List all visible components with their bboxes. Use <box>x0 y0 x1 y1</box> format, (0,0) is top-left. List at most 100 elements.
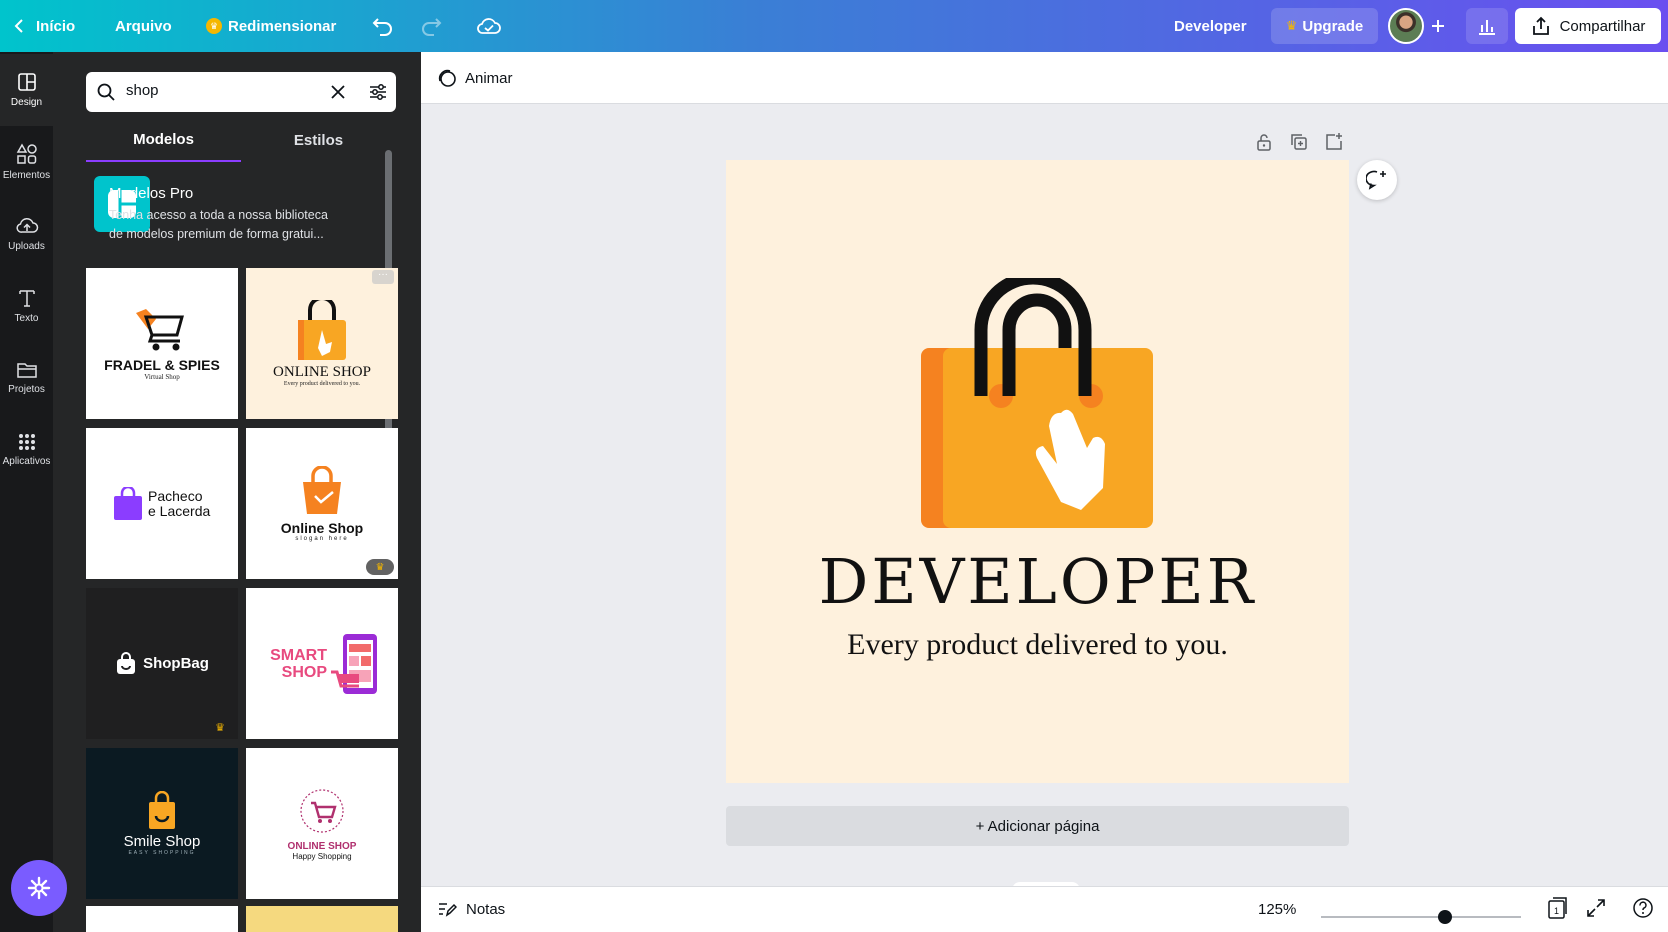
zoom-slider-track[interactable] <box>1321 916 1521 918</box>
file-menu-label: Arquivo <box>115 17 172 35</box>
redo-icon <box>422 18 442 36</box>
template-card[interactable] <box>86 906 238 932</box>
template-title: ONLINE SHOP <box>287 840 357 852</box>
home-button[interactable]: Início <box>12 0 75 52</box>
upload-cloud-icon <box>16 217 38 233</box>
add-page-label: + Adicionar página <box>975 817 1100 835</box>
smartphone-cart-icon <box>331 633 377 694</box>
duplicate-page-icon[interactable] <box>1289 132 1309 152</box>
shopping-bag-icon <box>149 791 175 829</box>
shopping-bag-logo[interactable] <box>921 278 1157 538</box>
pro-banner-title: Modelos Pro <box>109 185 194 202</box>
template-card[interactable]: Online Shop slogan here ♛ <box>246 428 398 579</box>
home-label: Início <box>36 17 76 35</box>
resize-button[interactable]: ♛ Redimensionar <box>206 0 336 52</box>
folder-icon <box>16 363 37 378</box>
more-options-icon[interactable]: ··· <box>372 270 394 284</box>
template-subtitle: Virtual Shop <box>144 372 180 381</box>
tab-templates[interactable]: Modelos <box>86 118 241 162</box>
fullscreen-button[interactable] <box>1586 898 1606 923</box>
shopping-bag-icon <box>303 465 341 514</box>
page-count-button[interactable]: 1 <box>1545 896 1569 925</box>
project-name-label: Developer <box>1174 17 1247 35</box>
zoom-level[interactable]: 125% <box>1258 886 1296 932</box>
template-card[interactable] <box>246 906 398 932</box>
insights-button[interactable] <box>1466 8 1508 44</box>
help-icon <box>1633 898 1653 918</box>
file-menu-button[interactable]: Arquivo <box>115 0 172 52</box>
template-title: ONLINE SHOP <box>273 364 371 380</box>
search-icon <box>97 83 115 101</box>
lock-icon[interactable] <box>1254 132 1274 152</box>
template-card[interactable]: FRADEL & SPIES Virtual Shop <box>86 268 238 419</box>
template-card[interactable]: ONLINE SHOP Every product delivered to y… <box>246 268 398 419</box>
save-status-button[interactable] <box>476 0 502 52</box>
project-name[interactable]: Developer <box>1174 0 1247 52</box>
add-page-icon[interactable] <box>1324 132 1344 152</box>
magic-assistant-button[interactable] <box>11 860 67 916</box>
shopping-bag-icon <box>114 486 142 520</box>
undo-button[interactable] <box>372 0 394 52</box>
design-page[interactable] <box>726 160 1349 783</box>
elements-icon <box>16 143 37 164</box>
apps-grid-icon <box>18 434 35 450</box>
upgrade-label: Upgrade <box>1302 17 1364 35</box>
rail-item-apps[interactable]: Aplicativos <box>0 414 53 486</box>
share-label: Compartilhar <box>1559 17 1646 35</box>
resize-label: Redimensionar <box>228 17 337 35</box>
filter-sliders-icon[interactable] <box>368 82 388 102</box>
comment-add-icon <box>1366 170 1386 190</box>
add-page-button[interactable]: + Adicionar página <box>726 806 1349 846</box>
search-input[interactable] <box>126 82 316 99</box>
pages-icon: 1 <box>1548 897 1567 919</box>
avatar[interactable] <box>1388 8 1424 44</box>
template-title: Smile Shop <box>123 833 201 850</box>
rail-item-uploads[interactable]: Uploads <box>0 198 53 270</box>
rail-item-elements[interactable]: Elementos <box>0 126 53 198</box>
rail-item-design[interactable]: Design <box>0 54 53 126</box>
design-title-text[interactable]: DEVELOPER <box>726 545 1349 618</box>
undo-icon <box>372 18 392 36</box>
template-card[interactable]: Smile Shop EASY SHOPPING <box>86 748 238 899</box>
design-tagline-text[interactable]: Every product delivered to you. <box>726 628 1349 662</box>
pro-crown-badge: ♛ <box>366 559 394 575</box>
pro-crown-badge: ♛ <box>206 719 234 735</box>
tab-styles-label: Estilos <box>293 131 344 149</box>
expand-icon <box>1587 899 1605 917</box>
upgrade-button[interactable]: ♛ Upgrade <box>1271 8 1378 44</box>
rail-item-text[interactable]: Texto <box>0 270 53 342</box>
template-card[interactable]: ShopBag ♛ <box>86 588 238 739</box>
zoom-slider-handle[interactable] <box>1438 910 1452 924</box>
chevron-left-icon <box>14 19 23 33</box>
text-icon <box>18 290 35 307</box>
crown-icon: ♛ <box>215 721 225 734</box>
crown-icon: ♛ <box>206 18 222 34</box>
template-card[interactable]: SMART SHOP <box>246 588 398 739</box>
pro-banner-description: Tenha acesso a toda a nossa biblioteca d… <box>109 208 328 241</box>
notes-label: Notas <box>466 900 506 918</box>
animate-button[interactable]: Animar <box>437 52 513 104</box>
cloud-check-icon <box>477 18 501 34</box>
sparkle-asterisk-icon <box>27 876 51 900</box>
redo-button[interactable] <box>420 0 442 52</box>
vertical-scrollbar[interactable] <box>1655 108 1663 878</box>
share-button[interactable]: Compartilhar <box>1515 8 1661 44</box>
bottom-bar <box>421 886 1668 932</box>
tab-templates-label: Modelos <box>133 130 194 148</box>
help-button[interactable] <box>1632 897 1654 924</box>
search-box[interactable] <box>86 72 396 112</box>
template-title: SMART SHOP <box>270 646 327 681</box>
add-member-button[interactable] <box>1430 0 1446 52</box>
template-card[interactable]: Pacheco e Lacerda <box>86 428 238 579</box>
notes-button[interactable]: Notas <box>437 886 505 932</box>
rail-label-projects: Projetos <box>8 384 45 395</box>
clear-search-icon[interactable] <box>331 85 345 99</box>
bar-chart-icon <box>1479 20 1495 35</box>
add-comment-button[interactable] <box>1357 160 1397 200</box>
shopping-cart-icon <box>136 308 184 350</box>
template-card[interactable]: ONLINE SHOP Happy Shopping <box>246 748 398 899</box>
crown-icon: ♛ <box>375 561 385 573</box>
rail-label-elements: Elementos <box>2 170 51 181</box>
rail-item-projects[interactable]: Projetos <box>0 342 53 414</box>
tab-styles[interactable]: Estilos <box>241 118 396 162</box>
